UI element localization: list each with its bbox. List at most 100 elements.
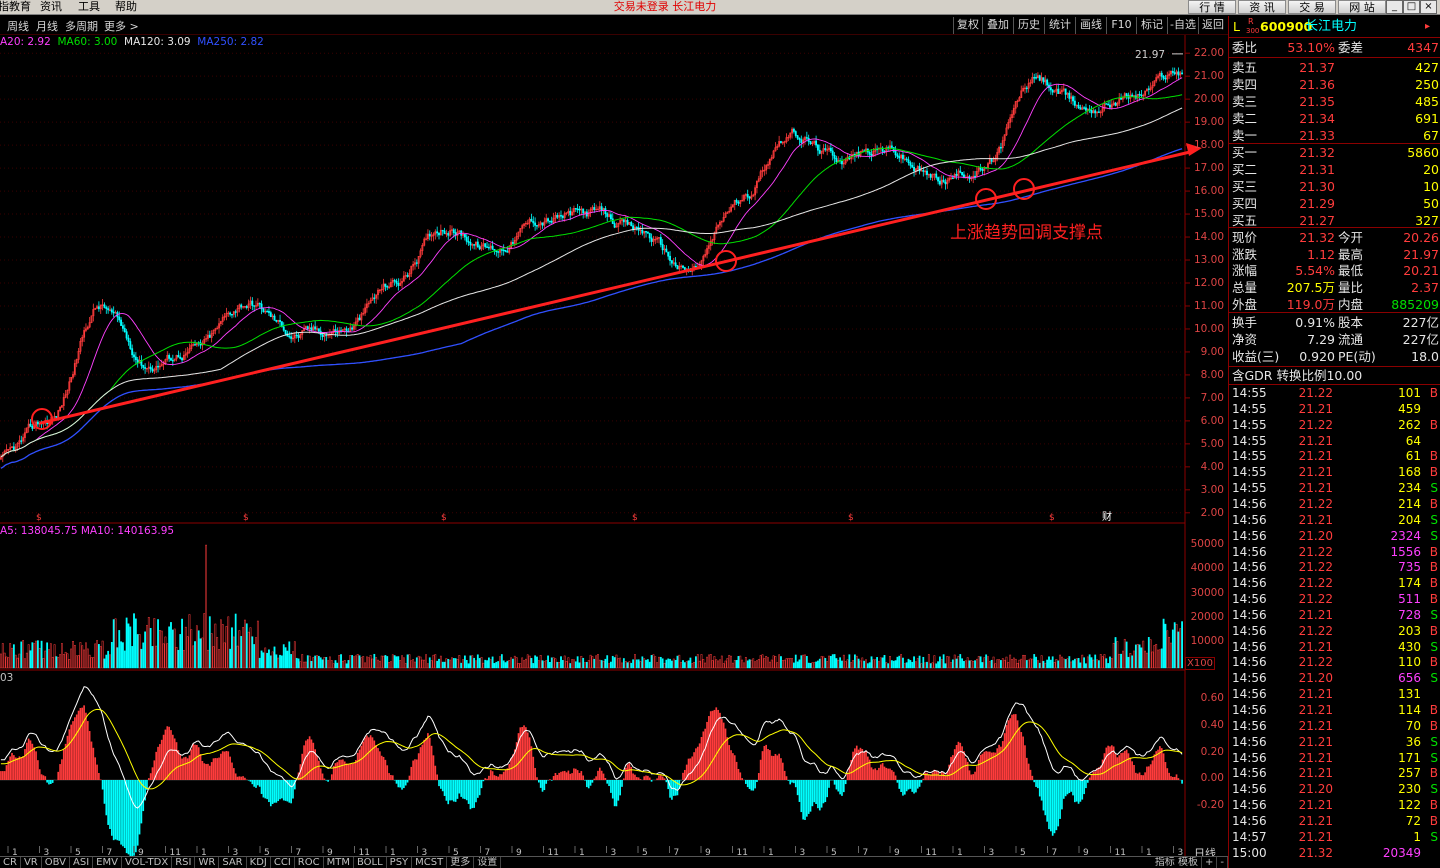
candle-body [1177,71,1180,76]
tab-control[interactable]: 指标 模板 [1152,857,1202,868]
volume-bar [532,663,535,669]
candle-body [667,251,670,257]
indicator-tab[interactable]: RSI [172,857,196,868]
volume-bar [1088,654,1091,669]
candle-body [929,174,932,178]
candle-body [1072,96,1074,102]
tick-row: 14:56 21.22 203 B [1229,623,1440,639]
news-button[interactable]: 资 讯 [1238,0,1286,14]
tick-volume: 168 [1398,465,1421,480]
volume-bar [604,658,607,669]
tick-time: 14:55 [1232,465,1267,480]
volume-bar [460,662,463,669]
volume-bar [225,626,228,669]
tab-control[interactable]: + [1202,857,1218,868]
volume-bar [432,654,435,669]
multi-period-tab[interactable]: 多周期 [65,18,98,34]
remove-watchlist-button[interactable]: -自选 [1167,17,1198,34]
volume-bar [284,647,287,669]
stock-name: 长江电力 [1305,19,1358,34]
indicator-tab[interactable]: BOLL [354,857,387,868]
indicator-tab[interactable]: ROC [295,857,324,868]
kline-chart[interactable]: 上涨趋势回调支撑点21.97$ $ $ $ $ 财$1 3 5 7 9 11 1 3 5 7 9 11 1 3 5 7 9… [0,35,1228,856]
volume-bar [654,656,657,669]
trade-button[interactable]: 交 易 [1288,0,1336,14]
time-label: 5 [642,848,648,856]
monthly-tab[interactable]: 月线 [36,18,58,34]
history-button[interactable]: 历史 [1013,17,1044,34]
expand-icon[interactable]: ▸ [1425,18,1430,35]
website-button[interactable]: 网 站 [1338,0,1386,14]
indicator-tab[interactable]: WR [195,857,220,868]
tick-side: B [1429,576,1438,591]
restore-rights-button[interactable]: 复权 [953,17,982,34]
indicator-tab[interactable]: OBV [42,857,70,868]
candle-body [55,416,58,418]
volume-bar [732,662,734,669]
volume-bar [488,657,490,669]
candle-body [990,159,993,162]
close-icon[interactable]: × [1420,0,1437,14]
indicator-tab[interactable]: MCST [412,857,448,868]
volume-bar [841,660,843,669]
volume-bar [523,660,525,669]
tick-side: B [1429,798,1438,813]
volume-bar [998,659,1000,669]
statistics-button[interactable]: 统计 [1044,17,1075,34]
candle-body [266,310,269,313]
volume-bar [195,625,198,669]
indicator-tab[interactable]: SAR [219,857,247,868]
volume-bar [194,641,196,669]
indicator-tab[interactable]: PSY [387,857,413,868]
volume-bar [482,662,485,669]
indicator-tab[interactable]: VR [21,857,42,868]
volume-bar [153,618,156,669]
candle-body [1077,104,1080,109]
stock-prefix: L [1233,19,1240,34]
more-periods-button[interactable]: 更多 > [104,18,139,34]
volume-bar [1038,662,1041,669]
quote-value: 21.32 [1299,230,1335,245]
draw-line-button[interactable]: 画线 [1075,17,1106,34]
indicator-tab[interactable]: MTM [324,857,354,868]
f10-button[interactable]: F10 [1106,17,1136,34]
volume-bar [804,654,806,669]
volume-bar [81,645,84,669]
ask-price: 21.33 [1299,128,1335,143]
tab-control[interactable]: - [1217,857,1228,868]
volume-bar [1175,623,1178,669]
tick-row: 14:56 21.21 204 S [1229,512,1440,528]
indicator-tab[interactable]: VOL-TDX [122,857,173,868]
indicator-tab[interactable]: CR [0,857,21,868]
candle-body [142,365,145,368]
overlay-button[interactable]: 叠加 [982,17,1013,34]
indicator-tab[interactable]: CCI [271,857,295,868]
indicator-tab[interactable]: 设置 [474,857,502,868]
candles [0,67,1184,463]
maximize-icon[interactable]: □ [1403,0,1420,14]
candle-body [486,246,489,248]
volume-bar [966,657,969,669]
indicator-tab[interactable]: EMV [93,857,122,868]
quote-row: 现价 21.32 今开 20.26 [1229,229,1440,246]
indicator-tab[interactable]: KDJ [247,857,271,868]
fin-value: 0.91% [1295,315,1335,330]
price-axis-label: 4.00 [1200,460,1224,473]
minimize-icon[interactable]: _ [1386,0,1403,14]
tick-price: 21.21 [1298,512,1333,527]
quotes-button[interactable]: 行 情 [1188,0,1236,14]
weekly-tab[interactable]: 周线 [7,18,29,34]
tick-row: 14:56 21.21 114 B [1229,702,1440,718]
indicator-tab[interactable]: 更多 [447,857,475,868]
tick-volume: 101 [1398,386,1421,400]
indicator-tab[interactable]: ASI [70,857,94,868]
mark-button[interactable]: 标记 [1136,17,1167,34]
volume-bar [759,655,762,669]
candle-body [613,223,616,228]
volume-bar [109,654,111,669]
volume-bar [565,661,568,669]
back-button[interactable]: 返回 [1198,17,1227,34]
indicator-axis-label: -0.20 [1196,799,1224,812]
candle-body [428,233,431,237]
candle-body [1171,70,1174,73]
